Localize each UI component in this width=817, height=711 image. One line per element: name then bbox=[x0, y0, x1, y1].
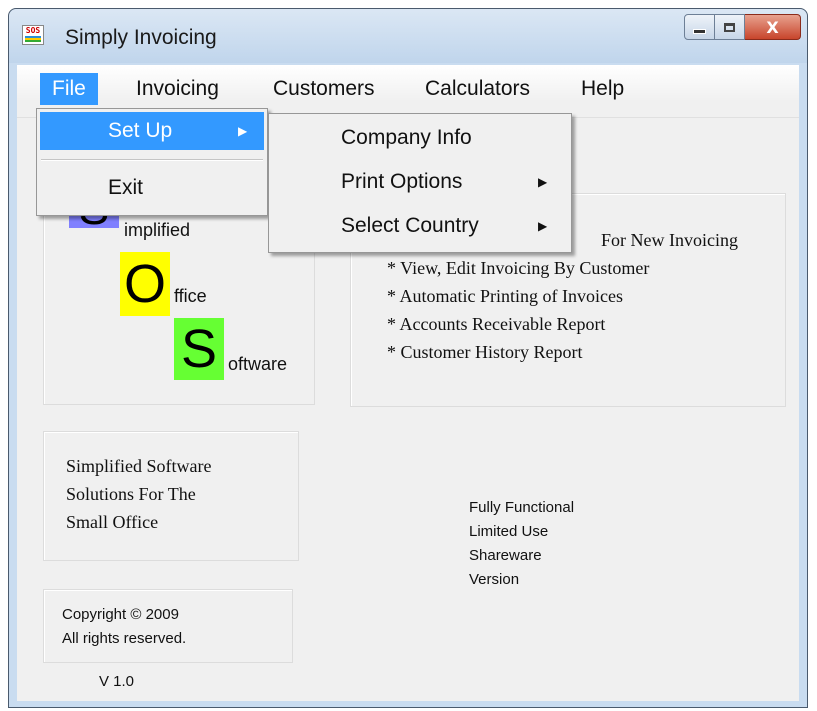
window-controls: X bbox=[684, 14, 801, 42]
feature-line-3: * Automatic Printing of Invoices bbox=[387, 286, 623, 306]
logo-o-word: ffice bbox=[174, 286, 207, 306]
logo-s2-word: oftware bbox=[228, 354, 288, 374]
submenu-arrow-icon: ▶ bbox=[538, 219, 548, 233]
menu-file[interactable]: File bbox=[40, 73, 98, 105]
version-info-line-1: Fully Functional bbox=[469, 499, 575, 516]
maximize-button[interactable] bbox=[715, 14, 745, 40]
version-info-line-4: Version bbox=[469, 571, 520, 588]
submenu-select-country[interactable]: Select Country ▶ bbox=[272, 207, 568, 245]
file-menu-exit-label: Exit bbox=[108, 176, 144, 199]
copyright-group: Copyright © 2009 All rights reserved. bbox=[43, 589, 293, 663]
window-title: Simply Invoicing bbox=[65, 26, 217, 49]
app-icon-text: SOS bbox=[25, 26, 41, 35]
menu-customers[interactable]: Customers bbox=[261, 73, 387, 105]
app-icon[interactable]: SOS bbox=[22, 25, 44, 45]
version-label: V 1.0 bbox=[99, 673, 135, 690]
close-button[interactable]: X bbox=[745, 14, 801, 40]
tagline-group: Simplified Software Solutions For The Sm… bbox=[43, 431, 299, 561]
maximize-icon bbox=[724, 22, 735, 32]
submenu-company-info[interactable]: Company Info bbox=[272, 119, 568, 157]
submenu-company-info-label: Company Info bbox=[341, 126, 472, 149]
logo-s1-word: implified bbox=[124, 220, 191, 240]
submenu-print-options[interactable]: Print Options ▶ bbox=[272, 163, 568, 201]
menu-calculators[interactable]: Calculators bbox=[413, 73, 542, 105]
submenu-arrow-icon: ▶ bbox=[538, 175, 548, 189]
file-menu-dropdown: Set Up ▶ Exit bbox=[36, 108, 268, 216]
copyright-line-1: Copyright © 2009 bbox=[62, 606, 179, 623]
minimize-icon bbox=[693, 28, 706, 34]
submenu-select-country-label: Select Country bbox=[341, 214, 479, 237]
setup-submenu: Company Info Print Options ▶ Select Coun… bbox=[268, 113, 572, 253]
tagline-line-2: Solutions For The bbox=[66, 484, 196, 504]
feature-line-5: * Customer History Report bbox=[387, 342, 583, 362]
feature-line-2: * View, Edit Invoicing By Customer bbox=[387, 258, 650, 278]
tagline-line-3: Small Office bbox=[66, 512, 159, 532]
submenu-print-options-label: Print Options bbox=[341, 170, 463, 193]
menu-separator bbox=[41, 159, 263, 161]
menu-help[interactable]: Help bbox=[569, 73, 636, 105]
feature-line-4: * Accounts Receivable Report bbox=[387, 314, 606, 334]
close-icon: X bbox=[766, 17, 779, 37]
file-menu-exit[interactable]: Exit bbox=[40, 169, 264, 207]
minimize-button[interactable] bbox=[684, 14, 715, 40]
copyright-line-2: All rights reserved. bbox=[62, 630, 187, 647]
title-bar[interactable]: SOS Simply Invoicing X bbox=[9, 9, 807, 63]
file-menu-setup-label: Set Up bbox=[108, 119, 173, 142]
logo-o-letter: O bbox=[120, 252, 170, 316]
logo-s2-letter: S bbox=[174, 318, 224, 380]
submenu-arrow-icon: ▶ bbox=[238, 124, 248, 138]
tagline-line-1: Simplified Software bbox=[66, 456, 212, 476]
menu-invoicing[interactable]: Invoicing bbox=[124, 73, 231, 105]
version-info-line-3: Shareware bbox=[469, 547, 542, 564]
file-menu-setup[interactable]: Set Up ▶ bbox=[40, 112, 264, 150]
app-icon-bars bbox=[25, 36, 41, 42]
feature-line-1: For New Invoicing bbox=[601, 230, 738, 250]
version-info-line-2: Limited Use bbox=[469, 523, 549, 540]
